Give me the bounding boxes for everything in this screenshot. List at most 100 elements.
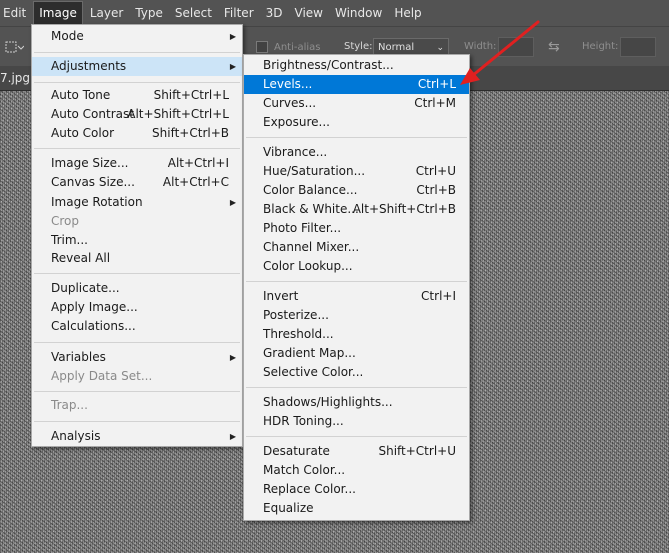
image-menu-item-auto-contrast[interactable]: Auto Contrast Alt+Shift+Ctrl+L xyxy=(32,105,242,124)
image-menu-item-reveal-all[interactable]: Reveal All xyxy=(32,249,242,268)
menu-window[interactable]: Window xyxy=(330,2,387,24)
menu-item-shortcut: Ctrl+B xyxy=(416,183,456,197)
image-menu-item-auto-color[interactable]: Auto Color Shift+Ctrl+B xyxy=(32,124,242,143)
adj-item-hdr-toning[interactable]: HDR Toning... xyxy=(244,412,469,431)
menu-help[interactable]: Help xyxy=(389,2,426,24)
menu-separator xyxy=(34,52,240,53)
adj-item-vibrance[interactable]: Vibrance... xyxy=(244,143,469,162)
image-menu-item-duplicate[interactable]: Duplicate... xyxy=(32,279,242,298)
menu-item-label: Match Color... xyxy=(263,463,346,477)
menu-item-label: Duplicate... xyxy=(51,281,120,295)
menu-item-shortcut: Alt+Shift+Ctrl+L xyxy=(127,107,229,121)
menu-view[interactable]: View xyxy=(290,2,328,24)
image-menu-item-auto-tone[interactable]: Auto Tone Shift+Ctrl+L xyxy=(32,86,242,105)
menu-item-shortcut: Shift+Ctrl+U xyxy=(378,444,456,458)
image-menu-item-calculations[interactable]: Calculations... xyxy=(32,317,242,336)
adj-item-channel-mixer[interactable]: Channel Mixer... xyxy=(244,238,469,257)
menu-bar: Edit Image Layer Type Select Filter 3D V… xyxy=(0,0,669,26)
menu-layer[interactable]: Layer xyxy=(85,2,128,24)
width-label: Width: xyxy=(464,41,497,52)
submenu-arrow-icon: ▶ xyxy=(229,432,236,441)
image-menu-item-trim[interactable]: Trim... xyxy=(32,231,242,250)
adj-item-posterize[interactable]: Posterize... xyxy=(244,306,469,325)
menu-item-shortcut: Ctrl+U xyxy=(415,164,456,178)
adj-item-exposure[interactable]: Exposure... xyxy=(244,113,469,132)
menu-item-label: Color Balance... xyxy=(263,183,358,197)
submenu-arrow-icon: ▶ xyxy=(229,32,236,41)
menu-item-label: Auto Contrast xyxy=(51,107,134,121)
adj-item-gradient-map[interactable]: Gradient Map... xyxy=(244,344,469,363)
menu-separator xyxy=(246,387,467,388)
adj-item-replace-color[interactable]: Replace Color... xyxy=(244,480,469,499)
adj-item-color-balance[interactable]: Color Balance... Ctrl+B xyxy=(244,181,469,200)
image-menu-item-crop: Crop xyxy=(32,212,242,231)
adj-item-threshold[interactable]: Threshold... xyxy=(244,325,469,344)
menu-item-label: Hue/Saturation... xyxy=(263,164,366,178)
submenu-arrow-icon: ▶ xyxy=(229,62,236,71)
menu-type[interactable]: Type xyxy=(130,2,168,24)
image-menu-item-analysis[interactable]: Analysis ▶ xyxy=(32,427,242,446)
menu-item-label: Reveal All xyxy=(51,251,111,265)
menu-separator xyxy=(246,436,467,437)
menu-item-label: Gradient Map... xyxy=(263,346,356,360)
menu-item-label: Photo Filter... xyxy=(263,221,342,235)
adj-item-black-white[interactable]: Black & White... Alt+Shift+Ctrl+B xyxy=(244,200,469,219)
menu-item-label: Crop xyxy=(51,214,80,228)
adj-item-color-lookup[interactable]: Color Lookup... xyxy=(244,257,469,276)
swap-icon[interactable]: ⇆ xyxy=(548,39,560,55)
adj-item-equalize[interactable]: Equalize xyxy=(244,499,469,518)
menu-separator xyxy=(34,342,240,343)
height-input[interactable] xyxy=(620,37,656,57)
menu-item-label: Threshold... xyxy=(263,327,334,341)
menu-image[interactable]: Image xyxy=(33,1,83,25)
image-menu-item-adjustments[interactable]: Adjustments ▶ xyxy=(32,57,242,76)
menu-select[interactable]: Select xyxy=(170,2,217,24)
adj-item-curves[interactable]: Curves... Ctrl+M xyxy=(244,94,469,113)
menu-item-label: Canvas Size... xyxy=(51,175,135,189)
adj-item-photo-filter[interactable]: Photo Filter... xyxy=(244,219,469,238)
menu-item-label: Replace Color... xyxy=(263,482,356,496)
width-input[interactable] xyxy=(498,37,534,57)
adj-item-hue-saturation[interactable]: Hue/Saturation... Ctrl+U xyxy=(244,162,469,181)
image-menu-item-apply-image[interactable]: Apply Image... xyxy=(32,298,242,317)
menu-item-label: Curves... xyxy=(263,96,317,110)
image-menu-item-mode[interactable]: Mode ▶ xyxy=(32,27,242,46)
submenu-arrow-icon: ▶ xyxy=(229,198,236,207)
adj-item-match-color[interactable]: Match Color... xyxy=(244,461,469,480)
menu-item-shortcut: Alt+Shift+Ctrl+B xyxy=(352,202,456,216)
anti-alias-option[interactable]: Anti-alias xyxy=(256,41,321,53)
menu-item-label: Exposure... xyxy=(263,115,330,129)
menu-item-label: Shadows/Highlights... xyxy=(263,395,393,409)
menu-edit[interactable]: Edit xyxy=(0,2,31,24)
adjustments-submenu: Brightness/Contrast... Levels... Ctrl+L C… xyxy=(243,54,470,521)
adj-item-invert[interactable]: Invert Ctrl+I xyxy=(244,287,469,306)
adj-item-levels[interactable]: Levels... Ctrl+L xyxy=(244,75,469,94)
image-menu-item-variables[interactable]: Variables ▶ xyxy=(32,348,242,367)
adj-item-desaturate[interactable]: Desaturate Shift+Ctrl+U xyxy=(244,442,469,461)
adj-item-selective-color[interactable]: Selective Color... xyxy=(244,363,469,382)
image-menu-item-trap: Trap... xyxy=(32,396,242,415)
menu-filter[interactable]: Filter xyxy=(219,2,259,24)
menu-item-shortcut: Shift+Ctrl+B xyxy=(152,126,229,140)
image-menu-item-image-rotation[interactable]: Image Rotation ▶ xyxy=(32,193,242,212)
menu-item-label: Equalize xyxy=(263,501,314,515)
menu-item-label: HDR Toning... xyxy=(263,414,344,428)
menu-separator xyxy=(34,421,240,422)
menu-item-label: Vibrance... xyxy=(263,145,328,159)
adj-item-brightness-contrast[interactable]: Brightness/Contrast... xyxy=(244,56,469,75)
marquee-tool-icon[interactable] xyxy=(4,37,24,57)
adj-item-shadows-highlights[interactable]: Shadows/Highlights... xyxy=(244,393,469,412)
anti-alias-checkbox[interactable] xyxy=(256,41,268,53)
menu-separator xyxy=(246,137,467,138)
menu-item-label: Apply Image... xyxy=(51,300,138,314)
submenu-arrow-icon: ▶ xyxy=(229,353,236,362)
menu-item-label: Desaturate xyxy=(263,444,330,458)
height-label: Height: xyxy=(582,41,619,52)
menu-3d[interactable]: 3D xyxy=(261,2,288,24)
menu-item-label: Adjustments xyxy=(51,59,127,73)
menu-item-label: Color Lookup... xyxy=(263,259,353,273)
image-menu-item-canvas-size[interactable]: Canvas Size... Alt+Ctrl+C xyxy=(32,173,242,192)
image-menu-item-apply-data-set: Apply Data Set... xyxy=(32,367,242,386)
image-menu-item-image-size[interactable]: Image Size... Alt+Ctrl+I xyxy=(32,154,242,173)
menu-item-label: Levels... xyxy=(263,77,313,91)
